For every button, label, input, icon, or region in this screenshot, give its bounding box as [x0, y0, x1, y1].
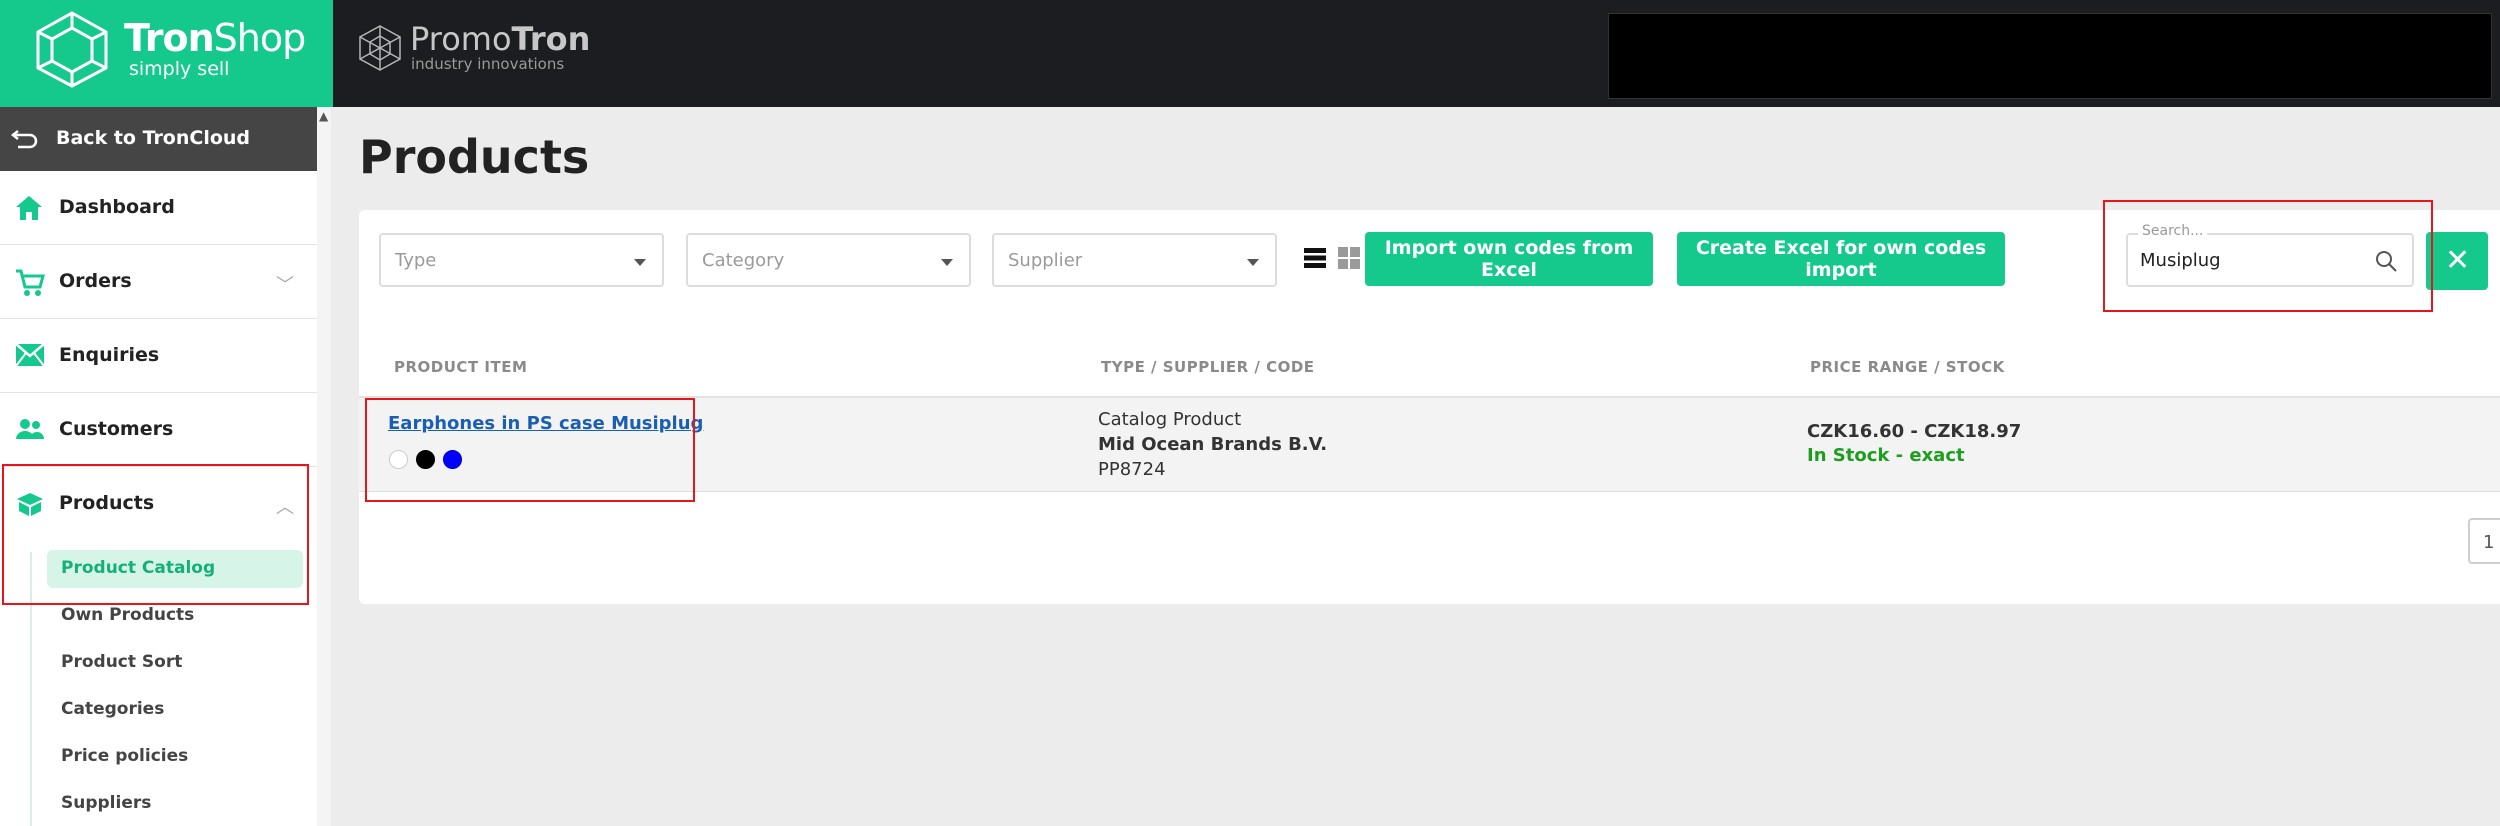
- grid-view-icon[interactable]: [1338, 247, 1360, 269]
- highlight-box-products-menu: [2, 464, 309, 605]
- cube-logo-icon: [36, 11, 108, 88]
- brand-tagline: simply sell: [129, 58, 230, 80]
- promotron-logo-icon: [359, 25, 401, 71]
- redacted-area: [1608, 13, 2492, 99]
- envelope-icon: [15, 343, 45, 367]
- column-header-price-range-stock: PRICE RANGE / STOCK: [1810, 358, 2005, 376]
- back-to-troncloud-link[interactable]: Back to TronCloud: [0, 107, 317, 171]
- clear-search-button[interactable]: ✕: [2426, 232, 2488, 290]
- brand-logo[interactable]: TronShop simply sell: [0, 0, 333, 107]
- chevron-down-icon: [941, 259, 953, 266]
- sidebar-item-dashboard[interactable]: Dashboard: [0, 171, 317, 245]
- category-filter-select[interactable]: Category: [686, 233, 971, 287]
- product-code: PP8724: [1098, 459, 1166, 480]
- cart-icon: [16, 269, 45, 296]
- scroll-up-icon[interactable]: ▲: [319, 109, 328, 123]
- brand-name: TronShop: [124, 16, 306, 60]
- sidebar-subitem-categories[interactable]: Categories: [47, 691, 303, 729]
- product-price-range: CZK16.60 - CZK18.97: [1807, 421, 2022, 442]
- sidebar-subitem-product-sort[interactable]: Product Sort: [47, 644, 303, 682]
- sidebar-item-label: Enquiries: [59, 344, 160, 366]
- sidebar-subitem-suppliers[interactable]: Suppliers: [47, 785, 303, 823]
- home-icon: [16, 196, 42, 220]
- top-bar: TronShop simply sell PromoTron industry …: [0, 0, 2500, 107]
- highlight-box-product: [365, 398, 695, 502]
- list-view-icon[interactable]: [1304, 247, 1326, 269]
- close-icon: ✕: [2445, 243, 2471, 278]
- sidebar-item-enquiries[interactable]: Enquiries: [0, 319, 317, 393]
- back-label: Back to TronCloud: [56, 127, 251, 149]
- pagination-page-button[interactable]: 1: [2468, 518, 2500, 564]
- sidebar-item-label: Dashboard: [59, 196, 175, 218]
- sidebar-scrollbar[interactable]: ▲: [317, 107, 331, 826]
- back-arrow-icon: [10, 130, 38, 149]
- category-placeholder: Category: [702, 250, 785, 271]
- sidebar-item-label: Orders: [59, 270, 132, 292]
- supplier-placeholder: Supplier: [1008, 250, 1083, 271]
- stock-status: In Stock - exact: [1807, 445, 1965, 466]
- partner-name: PromoTron: [410, 20, 591, 58]
- chevron-down-icon: [1247, 259, 1259, 266]
- product-supplier: Mid Ocean Brands B.V.: [1098, 434, 1328, 455]
- sidebar-subitem-price-policies[interactable]: Price policies: [47, 738, 303, 776]
- page-title: Products: [359, 130, 590, 184]
- sidebar-item-orders[interactable]: Orders ﹀: [0, 245, 317, 319]
- users-icon: [16, 419, 44, 439]
- column-header-product-item: PRODUCT ITEM: [394, 358, 528, 376]
- column-header-type-supplier-code: TYPE / SUPPLIER / CODE: [1101, 358, 1315, 376]
- supplier-filter-select[interactable]: Supplier: [992, 233, 1277, 287]
- chevron-down-icon: ﹀: [276, 275, 294, 296]
- import-own-codes-button[interactable]: Import own codes from Excel: [1365, 232, 1653, 286]
- type-filter-select[interactable]: Type: [379, 233, 664, 287]
- partner-tagline: industry innovations: [411, 55, 565, 73]
- create-excel-button[interactable]: Create Excel for own codes import: [1677, 232, 2005, 286]
- chevron-down-icon: [634, 259, 646, 266]
- highlight-box-search: [2103, 200, 2433, 312]
- type-placeholder: Type: [395, 250, 437, 271]
- page-number: 1: [2483, 532, 2495, 553]
- product-type: Catalog Product: [1098, 409, 1242, 430]
- sidebar-item-customers[interactable]: Customers: [0, 393, 317, 467]
- sidebar-item-label: Customers: [59, 418, 174, 440]
